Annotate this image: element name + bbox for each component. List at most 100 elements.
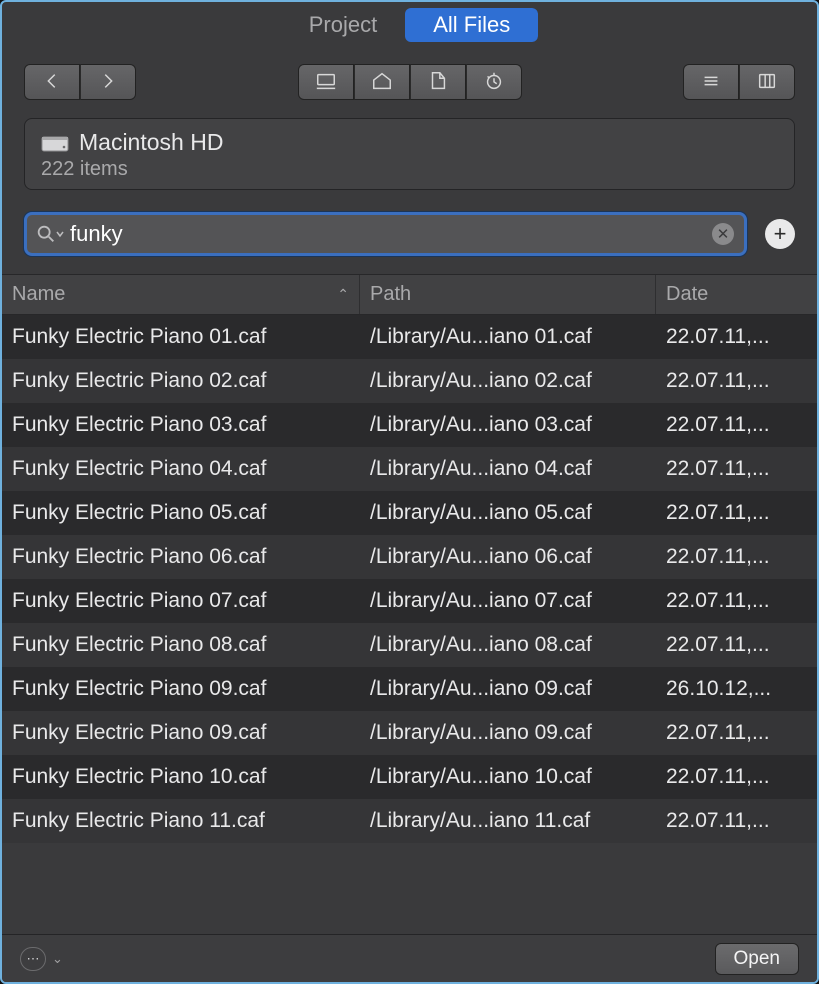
- cell-name: Funky Electric Piano 09.caf: [2, 667, 360, 711]
- cell-path: /Library/Au...iano 07.caf: [360, 579, 656, 623]
- table-row[interactable]: Funky Electric Piano 03.caf/Library/Au..…: [2, 403, 817, 447]
- cell-date: 22.07.11,...: [656, 403, 817, 447]
- cell-path: /Library/Au...iano 08.caf: [360, 623, 656, 667]
- clear-icon: ✕: [717, 227, 730, 242]
- column-header-name[interactable]: Name ⌃: [2, 275, 360, 314]
- home-icon: [371, 70, 393, 95]
- cell-path: /Library/Au...iano 04.caf: [360, 447, 656, 491]
- cell-name: Funky Electric Piano 02.caf: [2, 359, 360, 403]
- cell-path: /Library/Au...iano 03.caf: [360, 403, 656, 447]
- cell-date: 22.07.11,...: [656, 711, 817, 755]
- cell-date: 22.07.11,...: [656, 799, 817, 843]
- list-view-button[interactable]: [683, 64, 739, 100]
- cell-date: 22.07.11,...: [656, 755, 817, 799]
- cell-path: /Library/Au...iano 10.caf: [360, 755, 656, 799]
- column-name-label: Name: [12, 283, 65, 306]
- results-table: Name ⌃ Path Date Funky Electric Piano 01…: [2, 274, 817, 934]
- cell-date: 22.07.11,...: [656, 535, 817, 579]
- item-count: 222 items: [41, 158, 778, 181]
- plus-icon: +: [774, 221, 787, 247]
- column-header-date[interactable]: Date: [656, 275, 817, 314]
- home-button[interactable]: [354, 64, 410, 100]
- table-header: Name ⌃ Path Date: [2, 275, 817, 315]
- cell-date: 26.10.12,...: [656, 667, 817, 711]
- tab-all-files[interactable]: All Files: [405, 8, 538, 42]
- cell-date: 22.07.11,...: [656, 447, 817, 491]
- toolbar: [2, 44, 817, 118]
- place-buttons: [298, 64, 522, 100]
- cell-path: /Library/Au...iano 09.caf: [360, 667, 656, 711]
- list-icon: [700, 70, 722, 95]
- scope-segmented: Project All Files: [281, 8, 539, 42]
- cell-path: /Library/Au...iano 01.caf: [360, 315, 656, 359]
- tab-project[interactable]: Project: [281, 8, 405, 42]
- back-button[interactable]: [24, 64, 80, 100]
- cell-name: Funky Electric Piano 05.caf: [2, 491, 360, 535]
- add-filter-button[interactable]: +: [765, 219, 795, 249]
- table-row[interactable]: Funky Electric Piano 05.caf/Library/Au..…: [2, 491, 817, 535]
- cell-path: /Library/Au...iano 02.caf: [360, 359, 656, 403]
- cell-name: Funky Electric Piano 01.caf: [2, 315, 360, 359]
- sort-asc-icon: ⌃: [337, 286, 349, 303]
- cell-date: 22.07.11,...: [656, 315, 817, 359]
- harddisk-icon: [41, 132, 69, 154]
- search-row: ✕ +: [2, 190, 817, 266]
- volume-title: Macintosh HD: [79, 129, 223, 156]
- cell-name: Funky Electric Piano 09.caf: [2, 711, 360, 755]
- computer-button[interactable]: [298, 64, 354, 100]
- file-browser-window: Project All Files: [0, 0, 819, 984]
- search-input[interactable]: [70, 221, 712, 247]
- table-row[interactable]: Funky Electric Piano 04.caf/Library/Au..…: [2, 447, 817, 491]
- action-menu-button[interactable]: ⋯: [20, 947, 46, 971]
- forward-button[interactable]: [80, 64, 136, 100]
- search-icon: [35, 223, 65, 245]
- view-buttons: [683, 64, 795, 100]
- action-menu-icon: ⋯: [27, 951, 40, 967]
- project-button[interactable]: [410, 64, 466, 100]
- cell-name: Funky Electric Piano 04.caf: [2, 447, 360, 491]
- cell-date: 22.07.11,...: [656, 579, 817, 623]
- columns-view-button[interactable]: [739, 64, 795, 100]
- table-row[interactable]: Funky Electric Piano 11.caf/Library/Au..…: [2, 799, 817, 843]
- cell-name: Funky Electric Piano 06.caf: [2, 535, 360, 579]
- cell-path: /Library/Au...iano 11.caf: [360, 799, 656, 843]
- clock-icon: [483, 70, 505, 95]
- table-row[interactable]: Funky Electric Piano 08.caf/Library/Au..…: [2, 623, 817, 667]
- table-row[interactable]: Funky Electric Piano 01.caf/Library/Au..…: [2, 315, 817, 359]
- recent-button[interactable]: [466, 64, 522, 100]
- cell-name: Funky Electric Piano 07.caf: [2, 579, 360, 623]
- column-date-label: Date: [666, 283, 708, 306]
- project-icon: [427, 70, 449, 95]
- nav-buttons: [24, 64, 136, 100]
- table-row[interactable]: Funky Electric Piano 07.caf/Library/Au..…: [2, 579, 817, 623]
- table-row[interactable]: Funky Electric Piano 09.caf/Library/Au..…: [2, 667, 817, 711]
- cell-path: /Library/Au...iano 06.caf: [360, 535, 656, 579]
- column-header-path[interactable]: Path: [360, 275, 656, 314]
- column-path-label: Path: [370, 283, 411, 306]
- search-box[interactable]: ✕: [24, 212, 747, 256]
- scope-tabbar: Project All Files: [2, 2, 817, 44]
- open-button[interactable]: Open: [715, 943, 799, 975]
- cell-date: 22.07.11,...: [656, 623, 817, 667]
- action-menu-chevron[interactable]: ⌄: [52, 951, 63, 967]
- table-row[interactable]: Funky Electric Piano 06.caf/Library/Au..…: [2, 535, 817, 579]
- table-row[interactable]: Funky Electric Piano 10.caf/Library/Au..…: [2, 755, 817, 799]
- cell-path: /Library/Au...iano 09.caf: [360, 711, 656, 755]
- cell-path: /Library/Au...iano 05.caf: [360, 491, 656, 535]
- table-row[interactable]: Funky Electric Piano 09.caf/Library/Au..…: [2, 711, 817, 755]
- cell-name: Funky Electric Piano 03.caf: [2, 403, 360, 447]
- cell-name: Funky Electric Piano 11.caf: [2, 799, 360, 843]
- cell-date: 22.07.11,...: [656, 359, 817, 403]
- computer-icon: [315, 70, 337, 95]
- clear-search-button[interactable]: ✕: [712, 223, 734, 245]
- cell-name: Funky Electric Piano 10.caf: [2, 755, 360, 799]
- chevron-left-icon: [41, 70, 63, 95]
- table-row[interactable]: Funky Electric Piano 02.caf/Library/Au..…: [2, 359, 817, 403]
- chevron-right-icon: [97, 70, 119, 95]
- columns-icon: [756, 70, 778, 95]
- table-body: Funky Electric Piano 01.caf/Library/Au..…: [2, 315, 817, 934]
- location-panel: Macintosh HD 222 items: [24, 118, 795, 190]
- cell-name: Funky Electric Piano 08.caf: [2, 623, 360, 667]
- cell-date: 22.07.11,...: [656, 491, 817, 535]
- footer: ⋯ ⌄ Open: [2, 934, 817, 982]
